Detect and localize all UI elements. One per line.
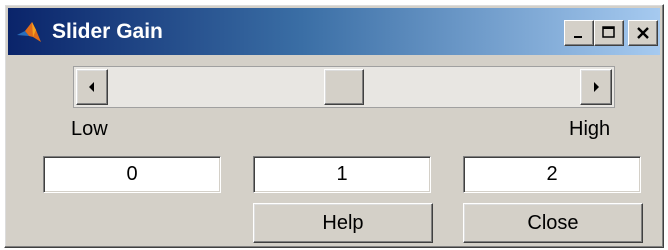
arrow-left-icon: [89, 82, 94, 92]
gain-slider[interactable]: [73, 66, 615, 108]
close-icon: [637, 27, 649, 39]
slider-left-arrow-button[interactable]: [76, 69, 108, 105]
window-title: Slider Gain: [52, 20, 163, 43]
close-button[interactable]: Close: [463, 203, 643, 243]
help-button[interactable]: Help: [253, 203, 433, 243]
minimize-icon: [574, 36, 582, 38]
high-label: High: [569, 118, 611, 140]
maximize-icon: [602, 26, 615, 38]
slider-right-arrow-button[interactable]: [580, 69, 612, 105]
max-value-field[interactable]: 2: [463, 156, 641, 193]
arrow-right-icon: [594, 82, 599, 92]
title-bar[interactable]: Slider Gain: [8, 8, 660, 55]
close-window-button[interactable]: [628, 20, 658, 46]
min-value-field[interactable]: 0: [43, 156, 221, 193]
low-label: Low: [71, 118, 108, 140]
matlab-logo-icon: [17, 22, 41, 42]
current-value-field[interactable]: 1: [253, 156, 431, 193]
minimize-button[interactable]: [564, 20, 594, 46]
slider-thumb[interactable]: [324, 69, 364, 105]
maximize-button[interactable]: [594, 20, 624, 46]
slider-gain-window: Slider Gain Low High 0 1 2 Help Close: [4, 4, 664, 248]
